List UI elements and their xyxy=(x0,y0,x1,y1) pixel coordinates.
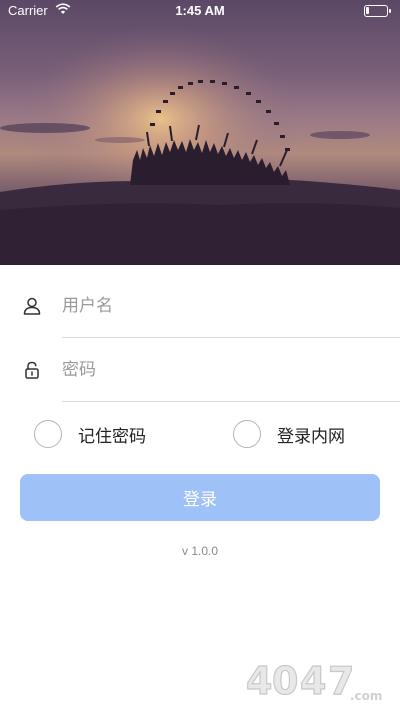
intranet-login-radio[interactable] xyxy=(233,420,261,448)
remember-password-option[interactable]: 记住密码 xyxy=(34,418,146,450)
intranet-login-label: 登录内网 xyxy=(277,426,345,447)
password-row xyxy=(0,338,400,402)
intranet-login-option[interactable]: 登录内网 xyxy=(233,418,345,450)
version-label: v 1.0.0 xyxy=(181,544,219,558)
user-icon xyxy=(22,296,42,316)
password-input[interactable] xyxy=(62,352,382,388)
hero-image xyxy=(0,0,400,265)
svg-text:4: 4 xyxy=(300,659,326,703)
status-bar: Carrier 1:45 AM xyxy=(0,0,400,22)
svg-text:.com: .com xyxy=(350,689,382,703)
watermark-logo: 4 0 4 7 .com xyxy=(244,656,394,704)
graduation-silhouette-image xyxy=(0,0,400,265)
login-button[interactable]: 登录 xyxy=(20,474,380,521)
battery-icon xyxy=(364,5,391,17)
remember-password-radio[interactable] xyxy=(34,420,62,448)
password-divider xyxy=(62,401,400,402)
svg-text:0: 0 xyxy=(272,659,298,703)
lock-icon xyxy=(22,360,42,380)
username-row xyxy=(0,274,400,338)
username-input[interactable] xyxy=(62,288,382,324)
clock: 1:45 AM xyxy=(175,3,225,18)
svg-text:4: 4 xyxy=(246,659,272,703)
remember-password-label: 记住密码 xyxy=(78,426,146,447)
